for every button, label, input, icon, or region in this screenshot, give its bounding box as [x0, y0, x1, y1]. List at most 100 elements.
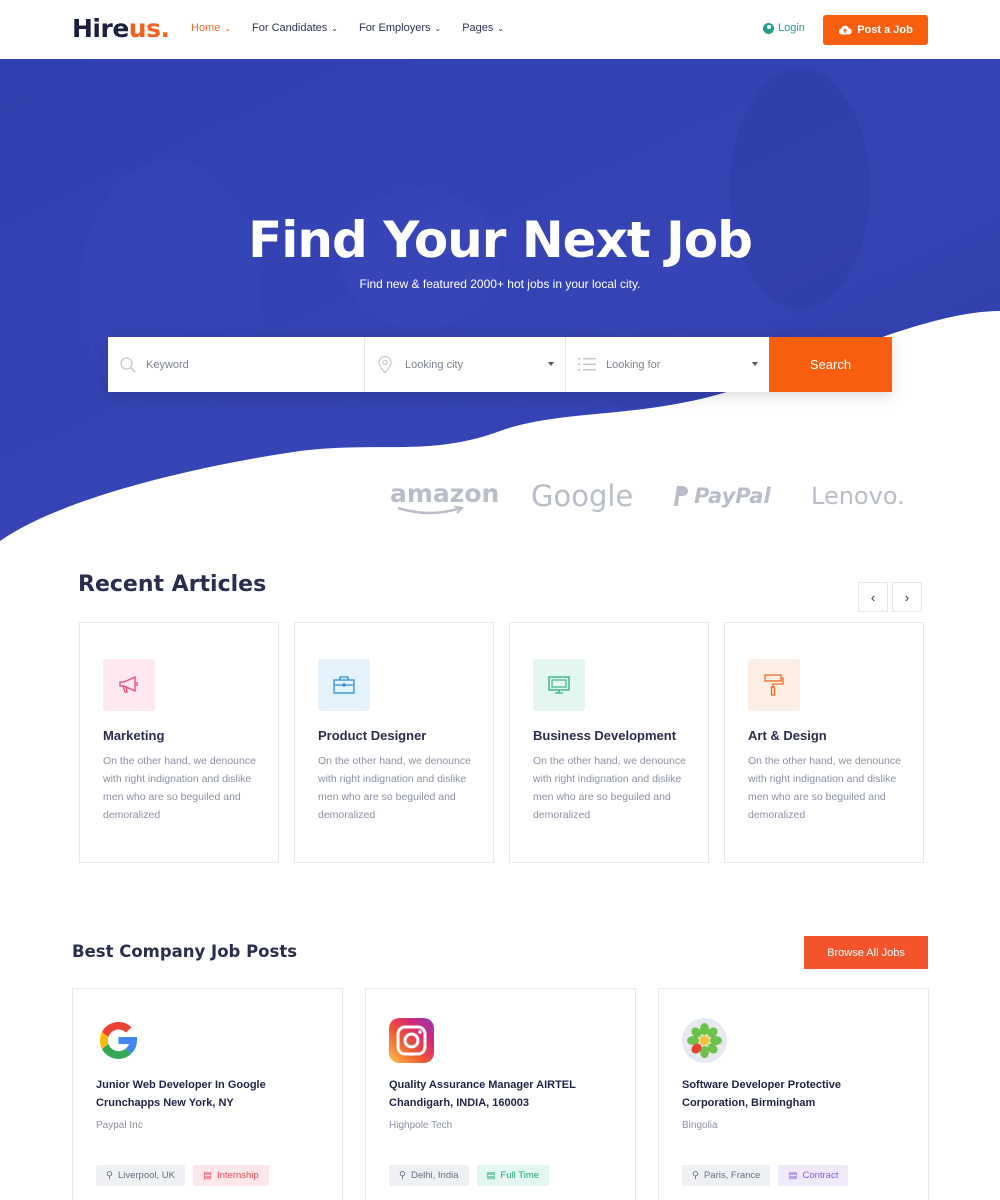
briefcase-icon [333, 676, 355, 694]
search-button[interactable]: Search [769, 337, 892, 392]
job-type-tag: ▤ Full Time [476, 1165, 550, 1186]
keyword-placeholder: Keyword [146, 358, 189, 371]
monitor-icon [548, 676, 570, 694]
job-tags: ⚲ Liverpool, UK ▤ Internship [96, 1165, 269, 1186]
list-icon [578, 358, 596, 371]
logo-main-text: Hire [72, 14, 129, 43]
keyword-field[interactable]: Keyword [108, 337, 365, 392]
paint-roller-icon [764, 674, 784, 696]
category-icon-box [533, 659, 585, 711]
article-excerpt: On the other hand, we denounce with righ… [533, 755, 686, 821]
instagram-icon [389, 1018, 434, 1063]
hero-section: Find Your Next Job Find new & featured 2… [0, 59, 1000, 549]
job-card[interactable]: Junior Web Developer In Google Crunchapp… [72, 988, 343, 1200]
main-menu: Home ⌄ For Candidates ⌄ For Employers ⌄ Pag… [191, 22, 525, 34]
megaphone-icon [119, 675, 138, 693]
google-brand-logo: Google [531, 479, 634, 513]
article-title: Art & Design [748, 728, 827, 743]
article-cards: Marketing On the other hand, we denounce… [79, 622, 924, 863]
briefcase-icon: ▤ [788, 1170, 798, 1181]
article-card[interactable]: Marketing On the other hand, we denounce… [79, 622, 279, 863]
map-pin-icon: ⚲ [692, 1170, 699, 1181]
job-tags: ⚲ Paris, France ▤ Contract [682, 1165, 849, 1186]
looking-for-placeholder: Looking for [606, 358, 661, 371]
location-tag: ⚲ Delhi, India [389, 1165, 469, 1186]
icq-logo [682, 1018, 727, 1063]
user-icon [763, 22, 774, 34]
hero-title: Find Your Next Job [248, 211, 753, 269]
company-name: Bingolia [682, 1120, 718, 1131]
paypal-p-icon [674, 486, 688, 506]
logo-accent-text: us. [128, 14, 170, 43]
job-title[interactable]: Software Developer Protective Corporatio… [682, 1076, 882, 1112]
city-placeholder: Looking city [405, 358, 464, 371]
article-card[interactable]: Product Designer On the other hand, we d… [294, 622, 494, 863]
article-excerpt: On the other hand, we denounce with righ… [103, 755, 256, 821]
chevron-right-icon: › [904, 589, 910, 605]
looking-for-select[interactable]: Looking for [566, 337, 769, 392]
job-tags: ⚲ Delhi, India ▤ Full Time [389, 1165, 550, 1186]
flower-icon [687, 1023, 722, 1058]
prev-arrow-button[interactable]: ‹ [858, 582, 888, 612]
login-label: Login [778, 22, 805, 34]
location-tag: ⚲ Liverpool, UK [96, 1165, 185, 1186]
top-navbar: Hireus. Home ⌄ For Candidates ⌄ For Employ… [0, 0, 1000, 59]
next-arrow-button[interactable]: › [892, 582, 922, 612]
job-type-tag: ▤ Contract [778, 1165, 849, 1186]
job-type-tag: ▤ Internship [193, 1165, 269, 1186]
menu-item-label: Pages [462, 22, 494, 34]
briefcase-icon: ▤ [203, 1170, 212, 1181]
chevron-left-icon: ‹ [870, 589, 876, 605]
article-title: Business Development [533, 728, 677, 743]
google-g-icon [99, 1021, 137, 1059]
category-icon-box [318, 659, 370, 711]
job-card[interactable]: Quality Assurance Manager AIRTEL Chandig… [365, 988, 636, 1200]
menu-item-for-candidates[interactable]: For Candidates ⌄ [252, 22, 338, 34]
brand-logos: amazon Google PayPal Lenovo. [0, 479, 1000, 519]
article-title: Product Designer [318, 728, 427, 743]
menu-item-label: For Candidates [252, 22, 328, 34]
article-excerpt: On the other hand, we denounce with righ… [318, 755, 471, 821]
google-logo [96, 1018, 141, 1063]
hero-background [0, 59, 1000, 541]
login-link[interactable]: Login [763, 22, 805, 34]
chevron-down-icon: ⌄ [434, 23, 442, 33]
job-search-bar: Keyword Looking city Looking for Search [108, 337, 892, 392]
job-card[interactable]: Software Developer Protective Corporatio… [658, 988, 929, 1200]
menu-item-pages[interactable]: Pages ⌄ [462, 22, 504, 34]
menu-item-label: For Employers [358, 22, 431, 34]
carousel-arrows: ‹ › [858, 582, 922, 612]
company-name: Paypal Inc [96, 1120, 143, 1131]
job-title[interactable]: Quality Assurance Manager AIRTEL Chandig… [389, 1076, 589, 1112]
article-card[interactable]: Art & Design On the other hand, we denou… [724, 622, 924, 863]
search-icon [120, 357, 136, 373]
article-card[interactable]: Business Development On the other hand, … [509, 622, 709, 863]
article-excerpt: On the other hand, we denounce with righ… [748, 755, 901, 821]
location-tag: ⚲ Paris, France [682, 1165, 771, 1186]
job-title[interactable]: Junior Web Developer In Google Crunchapp… [96, 1076, 296, 1112]
post-job-button[interactable]: Post a Job [823, 15, 928, 45]
category-icon-box [103, 659, 155, 711]
category-icon-box [748, 659, 800, 711]
menu-item-label: Home [191, 22, 221, 34]
hero-subtitle: Find new & featured 2000+ hot jobs in yo… [359, 277, 641, 291]
jobs-section-title: Best Company Job Posts [72, 942, 298, 961]
caret-down-icon [548, 362, 554, 366]
chevron-down-icon: ⌄ [224, 23, 232, 33]
menu-item-home[interactable]: Home ⌄ [191, 22, 231, 34]
browse-all-jobs-button[interactable]: Browse All Jobs [804, 936, 928, 969]
amazon-smile-icon [397, 506, 464, 515]
paypal-logo: PayPal [670, 484, 771, 508]
menu-item-for-employers[interactable]: For Employers ⌄ [359, 22, 441, 34]
map-pin-icon [378, 355, 392, 374]
briefcase-icon: ▤ [486, 1170, 496, 1181]
lenovo-logo: Lenovo. [811, 482, 905, 510]
caret-down-icon [752, 362, 758, 366]
site-logo[interactable]: Hireus. [72, 14, 170, 43]
post-job-label: Post a Job [857, 24, 913, 36]
city-select[interactable]: Looking city [365, 337, 566, 392]
job-cards: Junior Web Developer In Google Crunchapp… [72, 988, 929, 1200]
company-name: Highpole Tech [389, 1120, 453, 1131]
article-title: Marketing [103, 728, 165, 743]
articles-section-title: Recent Articles [78, 572, 267, 597]
